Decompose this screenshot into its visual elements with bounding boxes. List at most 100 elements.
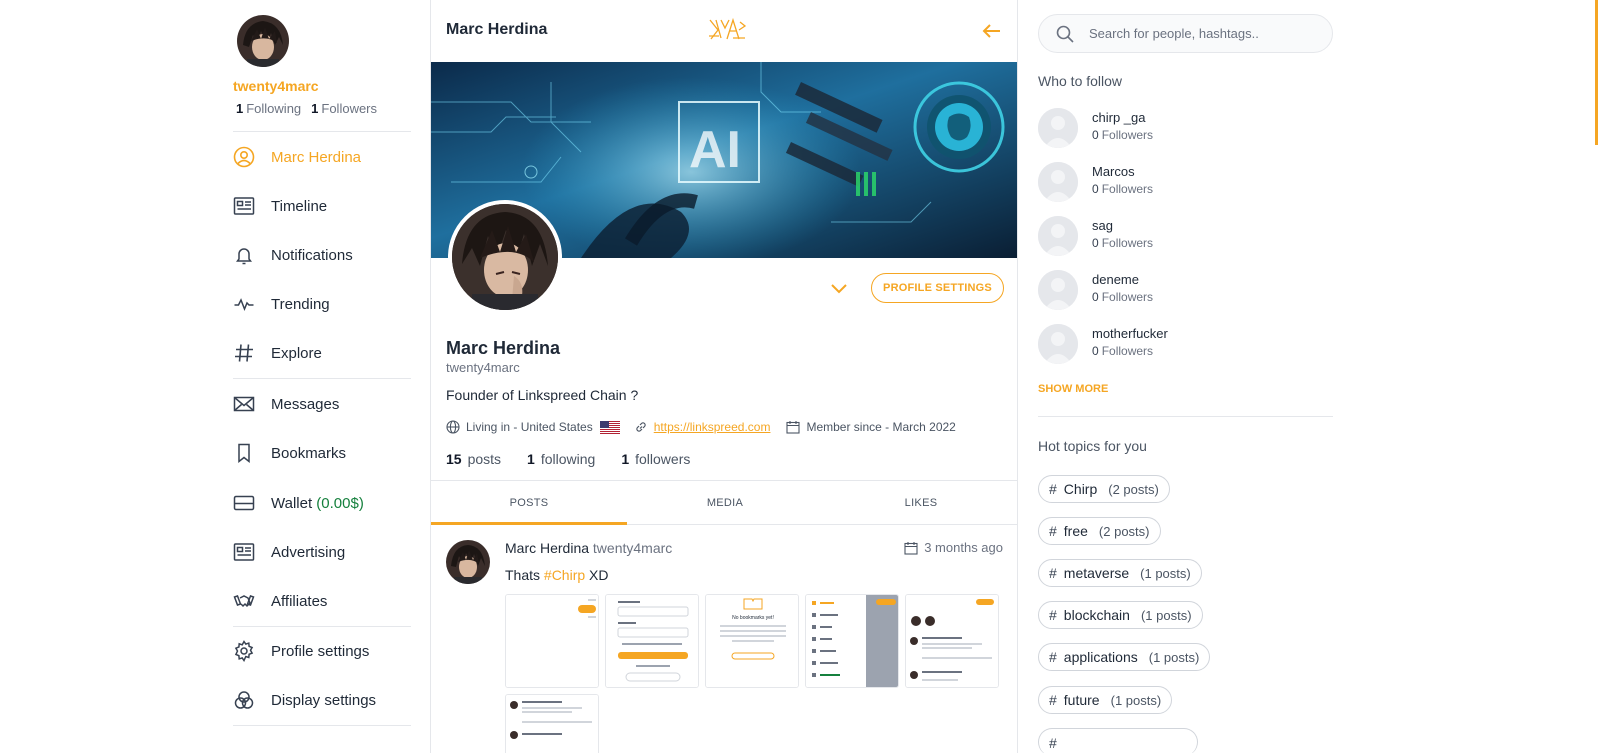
suggested-user-name[interactable]: sag — [1092, 218, 1113, 233]
profile-counts: 15 posts 1 following 1 followers — [446, 451, 690, 467]
hash-icon: # — [1049, 692, 1057, 708]
post-hashtag-link[interactable]: #Chirp — [544, 567, 585, 583]
bell-icon — [233, 244, 255, 266]
profile-website-link[interactable]: https://linkspreed.com — [654, 420, 771, 434]
wallet-label: Wallet — [271, 494, 313, 512]
search-icon — [1056, 25, 1074, 43]
hash-icon: # — [1049, 523, 1057, 539]
sidebar-item-label: Affiliates — [271, 592, 328, 610]
sidebar-item-label: Messages — [271, 395, 340, 413]
right-sidebar: Who to follow chirp _ga 0Followers Marco… — [1038, 0, 1333, 753]
suggested-user-name[interactable]: chirp _ga — [1092, 110, 1145, 125]
wallet-icon — [233, 492, 255, 514]
suggested-user-name[interactable]: deneme — [1092, 272, 1139, 287]
topic-chip[interactable]: # Chirp (2 posts) — [1038, 475, 1170, 503]
my-followers-label[interactable]: Followers — [321, 101, 377, 116]
default-avatar-icon — [1038, 162, 1078, 202]
calendar-icon — [904, 541, 918, 555]
post-timestamp: 3 months ago — [904, 540, 1003, 555]
hot-topics-title: Hot topics for you — [1038, 438, 1147, 454]
post-handle[interactable]: twenty4marc — [593, 540, 672, 556]
suggested-user-name[interactable]: motherfucker — [1092, 326, 1168, 341]
sidebar-divider — [233, 725, 411, 726]
tab-likes[interactable]: LIKES — [823, 481, 1017, 524]
sidebar-item-wallet[interactable]: Wallet (0.00$) — [233, 483, 411, 523]
sidebar-item-explore[interactable]: Explore — [233, 333, 411, 373]
brand-logo[interactable] — [707, 16, 747, 44]
topic-tag: metaverse — [1063, 565, 1130, 581]
ad-card-icon — [233, 541, 255, 563]
topic-tag: Chirp — [1063, 481, 1098, 497]
sidebar-item-profile-settings[interactable]: Profile settings — [233, 631, 411, 671]
my-handle[interactable]: twenty4marc — [233, 78, 319, 94]
sidebar-item-affiliates[interactable]: Affiliates — [233, 581, 411, 621]
sidebar-item-label: Timeline — [271, 197, 328, 215]
topic-tag: applications — [1063, 649, 1138, 665]
calendar-icon — [786, 421, 801, 434]
post-media-thumbnail[interactable] — [505, 594, 599, 688]
my-following-label[interactable]: Following — [246, 101, 301, 116]
post-media-thumbnail[interactable] — [905, 594, 999, 688]
profile-settings-button[interactable]: PROFILE SETTINGS — [871, 273, 1004, 303]
topic-count: (1 posts) — [1140, 565, 1191, 581]
topic-chip[interactable]: # blockchain (1 posts) — [1038, 601, 1203, 629]
suggested-user[interactable]: Marcos 0 Followers — [1038, 162, 1333, 208]
search-input[interactable] — [1089, 26, 1309, 41]
sidebar-item-timeline[interactable]: Timeline — [233, 186, 411, 226]
sidebar-divider — [233, 378, 411, 379]
activity-icon — [233, 293, 255, 315]
show-more-link[interactable]: SHOW MORE — [1038, 383, 1108, 395]
sidebar-item-trending[interactable]: Trending — [233, 284, 411, 324]
topic-chip[interactable]: # metaverse (1 posts) — [1038, 559, 1202, 587]
followers-count: 0 — [1092, 128, 1099, 142]
tab-media[interactable]: MEDIA — [627, 481, 823, 524]
sidebar-item-label: Display settings — [271, 691, 377, 709]
post-avatar[interactable] — [446, 540, 490, 584]
left-sidebar: twenty4marc 1 Following 1 Followers Marc He… — [233, 0, 411, 753]
profile-avatar[interactable] — [448, 200, 562, 314]
sidebar-item-advertising[interactable]: Advertising — [233, 532, 411, 572]
suggested-user[interactable]: sag 0 Followers — [1038, 216, 1333, 262]
topic-chip[interactable]: # applications (1 posts) — [1038, 643, 1211, 671]
topic-count: (2 posts) — [1108, 481, 1159, 497]
post-media-thumbnail[interactable]: No bookmarks yet! — [705, 594, 799, 688]
sidebar-item-profile[interactable]: Marc Herdina — [233, 137, 411, 177]
sidebar-item-messages[interactable]: Messages — [233, 384, 411, 424]
followers-count: 1 — [621, 451, 630, 467]
posts-count: 15 — [446, 451, 462, 467]
chevron-down-icon[interactable] — [829, 278, 849, 300]
followers-label[interactable]: followers — [635, 451, 690, 467]
sidebar-item-display-settings[interactable]: Display settings — [233, 680, 411, 720]
hash-icon: # — [1049, 481, 1057, 497]
post-card[interactable]: Marc Herdina twenty4marc 3 months ago Th… — [431, 526, 1017, 753]
right-divider — [1038, 416, 1333, 417]
post-media-thumbnail[interactable] — [605, 594, 699, 688]
tab-posts[interactable]: POSTS — [431, 481, 627, 525]
sidebar-item-label: Wallet (0.00$) — [271, 495, 364, 512]
profile-handle: twenty4marc — [446, 360, 520, 375]
topic-chip[interactable]: # free (2 posts) — [1038, 517, 1161, 545]
hash-icon: # — [1049, 734, 1057, 751]
post-author[interactable]: Marc Herdina — [505, 540, 589, 556]
following-label[interactable]: following — [541, 451, 595, 467]
suggested-user-followers: 0 Followers — [1092, 236, 1153, 250]
sidebar-item-notifications[interactable]: Notifications — [233, 235, 411, 275]
sidebar-item-label: Marc Herdina — [271, 148, 362, 166]
topic-chip[interactable]: # — [1038, 728, 1198, 753]
suggested-user[interactable]: deneme 0 Followers — [1038, 270, 1333, 316]
suggested-user[interactable]: chirp _ga 0 Followers — [1038, 108, 1333, 154]
gear-icon — [233, 640, 255, 662]
post-media-thumbnail[interactable] — [505, 694, 599, 753]
sidebar-item-bookmarks[interactable]: Bookmarks — [233, 433, 411, 473]
back-arrow-icon[interactable] — [981, 20, 1003, 42]
profile-meta: Living in - United States https://linksp… — [446, 418, 956, 436]
topic-chip[interactable]: # future (1 posts) — [1038, 686, 1173, 714]
palette-icon — [233, 689, 255, 711]
suggested-user[interactable]: motherfucker 0 Followers — [1038, 324, 1333, 370]
my-avatar[interactable] — [237, 15, 289, 67]
topic-tag: future — [1063, 692, 1100, 708]
topic-tag: free — [1063, 523, 1088, 539]
post-media-thumbnail[interactable] — [805, 594, 899, 688]
sidebar-item-label: Profile settings — [271, 642, 370, 660]
suggested-user-name[interactable]: Marcos — [1092, 164, 1135, 179]
